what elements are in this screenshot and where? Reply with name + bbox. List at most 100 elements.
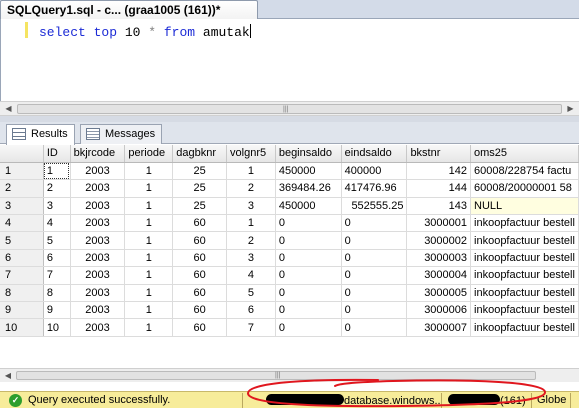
table-cell[interactable]: 1 [124, 266, 174, 285]
table-cell[interactable]: 143 [406, 197, 472, 216]
table-cell[interactable]: 25 [172, 162, 228, 181]
row-number[interactable]: 1 [0, 162, 44, 181]
table-cell[interactable]: 3000005 [406, 284, 472, 303]
row-number[interactable]: 3 [0, 197, 44, 216]
table-cell[interactable]: 5 [226, 284, 276, 303]
table-cell[interactable]: 6 [43, 249, 71, 268]
table-cell[interactable]: 1 [124, 301, 174, 320]
editor-horizontal-scrollbar[interactable]: ◀ ||| ▶ [0, 101, 579, 116]
table-cell[interactable]: inkoopfactuur bestell [470, 266, 579, 285]
table-row[interactable]: 6 6 2003 1 60 3 0 0 3000003 inkoopfactuur bestell [0, 249, 579, 268]
table-cell[interactable]: 3 [226, 249, 276, 268]
table-cell[interactable]: 1 [124, 162, 174, 181]
table-cell[interactable]: 2003 [70, 162, 126, 181]
query-document-tab[interactable]: SQLQuery1.sql - c... (graa1005 (161))* [0, 0, 258, 19]
column-header[interactable]: periode [124, 145, 174, 163]
table-cell[interactable]: 1 [124, 179, 174, 198]
table-cell[interactable]: 8 [43, 284, 71, 303]
tab-results[interactable]: Results [6, 124, 75, 145]
table-cell[interactable]: inkoopfactuur bestell [470, 231, 579, 250]
table-cell[interactable]: 0 [341, 249, 408, 268]
query-editor[interactable]: select top 10 * from amutak [0, 19, 579, 101]
table-cell[interactable]: 1 [124, 284, 174, 303]
row-number[interactable]: 9 [0, 301, 44, 320]
table-cell[interactable]: 1 [124, 214, 174, 233]
column-header[interactable]: eindsaldo [341, 145, 408, 163]
table-row[interactable]: 7 7 2003 1 60 4 0 0 3000004 inkoopfactuur bestell [0, 266, 579, 285]
table-cell[interactable]: 3000006 [406, 301, 472, 320]
table-row[interactable]: 5 5 2003 1 60 2 0 0 3000002 inkoopfactuur bestell [0, 231, 579, 250]
table-cell[interactable]: 2003 [70, 266, 126, 285]
table-cell[interactable]: 0 [275, 284, 342, 303]
table-cell[interactable]: 2003 [70, 231, 126, 250]
row-number[interactable]: 4 [0, 214, 44, 233]
table-cell[interactable]: 2003 [70, 318, 126, 337]
table-cell[interactable]: 0 [275, 266, 342, 285]
table-cell[interactable]: 2003 [70, 249, 126, 268]
table-cell[interactable]: 417476.96 [341, 179, 408, 198]
table-cell[interactable]: 2003 [70, 301, 126, 320]
editor-scroll-thumb[interactable]: ||| [17, 104, 562, 114]
table-cell[interactable]: 1 [124, 318, 174, 337]
table-cell[interactable]: 1 [226, 162, 276, 181]
table-cell[interactable]: 0 [275, 231, 342, 250]
table-cell[interactable]: 7 [43, 266, 71, 285]
column-header[interactable]: ID [43, 145, 71, 163]
table-cell[interactable]: 60 [172, 231, 228, 250]
sql-code-line[interactable]: select top 10 * from amutak [39, 24, 251, 40]
table-cell[interactable]: 10 [43, 318, 71, 337]
column-header[interactable]: bkjrcode [70, 145, 126, 163]
column-header[interactable]: dagbknr [172, 145, 228, 163]
table-cell[interactable]: 0 [275, 249, 342, 268]
table-cell[interactable]: 4 [43, 214, 71, 233]
table-cell[interactable]: 60 [172, 266, 228, 285]
table-cell[interactable]: inkoopfactuur bestell [470, 214, 579, 233]
table-cell[interactable]: 450000 [275, 162, 342, 181]
table-cell[interactable]: inkoopfactuur bestell [470, 318, 579, 337]
table-cell[interactable]: 60 [172, 284, 228, 303]
table-cell[interactable]: 25 [172, 179, 228, 198]
scroll-right-icon[interactable]: ▶ [563, 102, 578, 116]
table-row[interactable]: 1 1 2003 1 25 1 450000 400000 142 60008/228754 fa… [0, 162, 579, 181]
column-header[interactable]: volgnr5 [226, 145, 276, 163]
table-cell[interactable]: 1 [124, 249, 174, 268]
table-cell[interactable]: 2 [43, 179, 71, 198]
table-cell[interactable]: 3 [226, 197, 276, 216]
table-cell[interactable]: 2 [226, 231, 276, 250]
row-number[interactable]: 10 [0, 318, 44, 337]
table-cell[interactable]: 7 [226, 318, 276, 337]
table-cell[interactable]: 9 [43, 301, 71, 320]
table-cell[interactable]: 60 [172, 301, 228, 320]
table-cell[interactable]: 144 [406, 179, 472, 198]
grid-scroll-thumb[interactable]: ||| [16, 371, 536, 380]
table-cell[interactable]: 2 [226, 179, 276, 198]
table-cell[interactable]: 60008/20000001 58 [470, 179, 579, 198]
table-cell[interactable]: 5 [43, 231, 71, 250]
column-header[interactable]: beginsaldo [275, 145, 342, 163]
table-cell[interactable]: 450000 [275, 197, 342, 216]
row-number[interactable]: 2 [0, 179, 44, 198]
table-cell[interactable]: 1 [124, 197, 174, 216]
table-cell[interactable]: 0 [341, 266, 408, 285]
table-cell[interactable]: inkoopfactuur bestell [470, 249, 579, 268]
table-cell[interactable]: 2003 [70, 197, 126, 216]
results-grid[interactable]: ID bkjrcode periode dagbknr volgnr5 beginsald… [0, 145, 579, 368]
tab-messages[interactable]: Messages [80, 124, 163, 144]
table-cell[interactable]: 1 [43, 162, 71, 181]
table-cell[interactable]: 3000002 [406, 231, 472, 250]
table-row[interactable]: 10 10 2003 1 60 7 0 0 3000007 inkoopfactuur beste… [0, 318, 579, 337]
table-cell[interactable]: 400000 [341, 162, 408, 181]
table-cell[interactable]: 3000001 [406, 214, 472, 233]
table-cell[interactable]: 552555.25 [341, 197, 408, 216]
grid-horizontal-scrollbar[interactable]: ◀ ||| [0, 368, 579, 382]
table-cell[interactable]: inkoopfactuur bestell [470, 301, 579, 320]
table-cell[interactable]: 0 [275, 318, 342, 337]
row-number[interactable]: 5 [0, 231, 44, 250]
table-cell[interactable]: 60 [172, 318, 228, 337]
grid-scroll-left-icon[interactable]: ◀ [1, 369, 15, 382]
table-cell[interactable]: 60 [172, 249, 228, 268]
row-number[interactable]: 6 [0, 249, 44, 268]
table-cell[interactable]: 25 [172, 197, 228, 216]
table-cell[interactable]: 60 [172, 214, 228, 233]
table-cell[interactable]: 3000007 [406, 318, 472, 337]
